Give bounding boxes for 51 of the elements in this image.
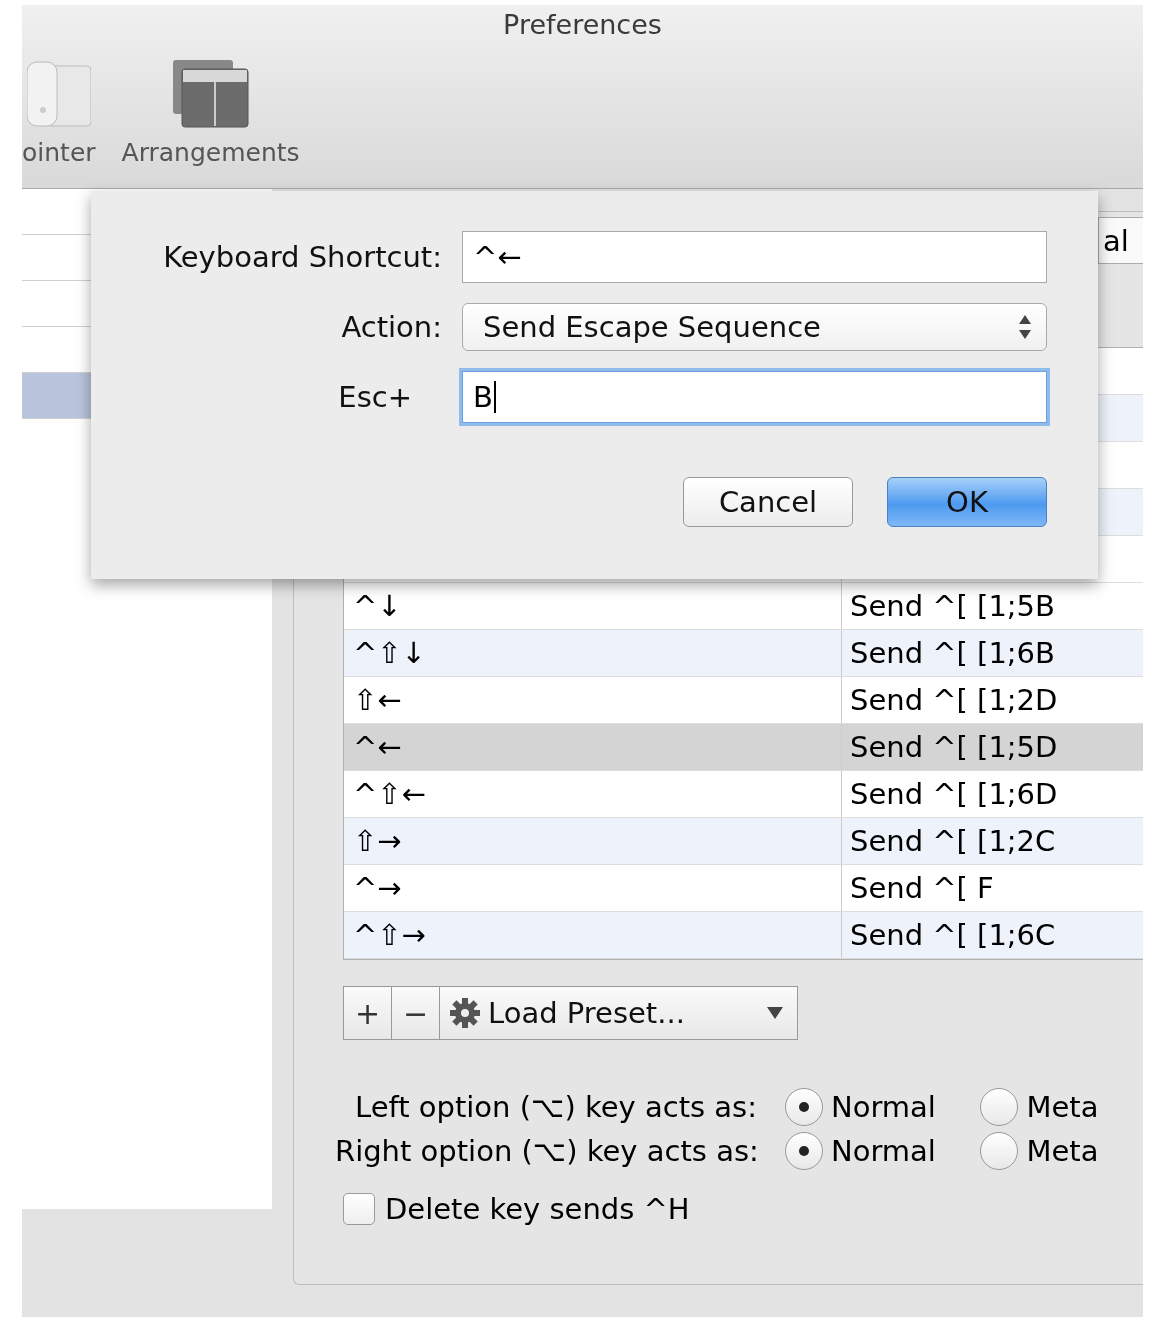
- table-cell: ^←: [344, 724, 842, 770]
- table-row[interactable]: ^← Send ^[ [1;5D: [344, 724, 1143, 771]
- table-cell-text: Send ^[ [1;5D: [849, 729, 1059, 766]
- action-select[interactable]: Send Escape Sequence: [462, 303, 1047, 351]
- table-cell-text: Send ^[ [1;2D: [849, 682, 1059, 719]
- window-title: Preferences: [503, 9, 662, 40]
- toolbar-item[interactable]: ointer: [22, 60, 96, 167]
- field-label: Esc+: [338, 380, 413, 414]
- table-row[interactable]: ^⇧← Send ^[ [1;6D: [344, 771, 1143, 818]
- mouse-icon: [26, 60, 91, 128]
- ok-button[interactable]: OK: [887, 477, 1047, 527]
- table-cell: ^↓: [344, 583, 842, 629]
- table-cell-text: Send ^[ F: [849, 870, 995, 907]
- table-row[interactable]: ⇧→ Send ^[ [1;2C: [344, 818, 1143, 865]
- radio-option[interactable]: Meta: [980, 1132, 1123, 1170]
- cancel-button[interactable]: Cancel: [683, 477, 853, 527]
- escape-input-field[interactable]: B: [462, 371, 1047, 423]
- table-row[interactable]: ^↓ Send ^[ [1;5B: [344, 583, 1143, 630]
- table-cell-text: Send ^[ [1;2C: [849, 823, 1057, 860]
- table-cell: ^⇧→: [344, 912, 842, 958]
- shortcut-field[interactable]: ^←: [462, 231, 1047, 283]
- radio-option[interactable]: Meta: [980, 1088, 1123, 1126]
- option-label: Left option (⌥) key acts as:: [354, 1090, 758, 1124]
- toolbar-item[interactable]: Arrangements: [121, 60, 300, 167]
- table-cell-text: Send ^[ [1;6C: [849, 917, 1057, 954]
- windows-icon: [172, 60, 249, 128]
- tab[interactable]: al: [1098, 217, 1143, 264]
- table-row[interactable]: ^→ Send ^[ F: [344, 865, 1143, 912]
- table-cell: ⇧→: [344, 818, 842, 864]
- table-row[interactable]: ^⇧→ Send ^[ [1;6C: [344, 912, 1143, 959]
- radio-option[interactable]: Normal: [785, 1132, 961, 1170]
- table-cell-text: Send ^[ [1;6D: [849, 776, 1059, 813]
- up-down-arrows-icon: [1018, 313, 1032, 341]
- delete-key-checkbox[interactable]: Delete key sends ^H: [343, 1192, 1143, 1226]
- field-label: Action:: [341, 310, 442, 344]
- gear-icon: [450, 998, 480, 1028]
- table-cell-text: Send ^[ [1;5B: [849, 588, 1056, 625]
- add-button[interactable]: +: [344, 987, 392, 1039]
- table-row[interactable]: ^⇧↓ Send ^[ [1;6B: [344, 630, 1143, 677]
- dropdown-arrow-icon: [767, 1007, 783, 1019]
- preset-menu[interactable]: Load Preset...: [440, 987, 797, 1039]
- table-row[interactable]: ⇧← Send ^[ [1;2D: [344, 677, 1143, 724]
- option-label: Right option (⌥) key acts as:: [335, 1134, 760, 1168]
- table-cell: ⇧←: [344, 677, 842, 723]
- table-cell-text: Send ^[ [1;6B: [849, 635, 1056, 672]
- field-label: Keyboard Shortcut:: [163, 240, 442, 274]
- table-cell: ^⇧←: [344, 771, 842, 817]
- remove-button[interactable]: −: [392, 987, 440, 1039]
- radio-option[interactable]: Normal: [785, 1088, 961, 1126]
- table-cell: ^→: [344, 865, 842, 911]
- table-cell: ^⇧↓: [344, 630, 842, 676]
